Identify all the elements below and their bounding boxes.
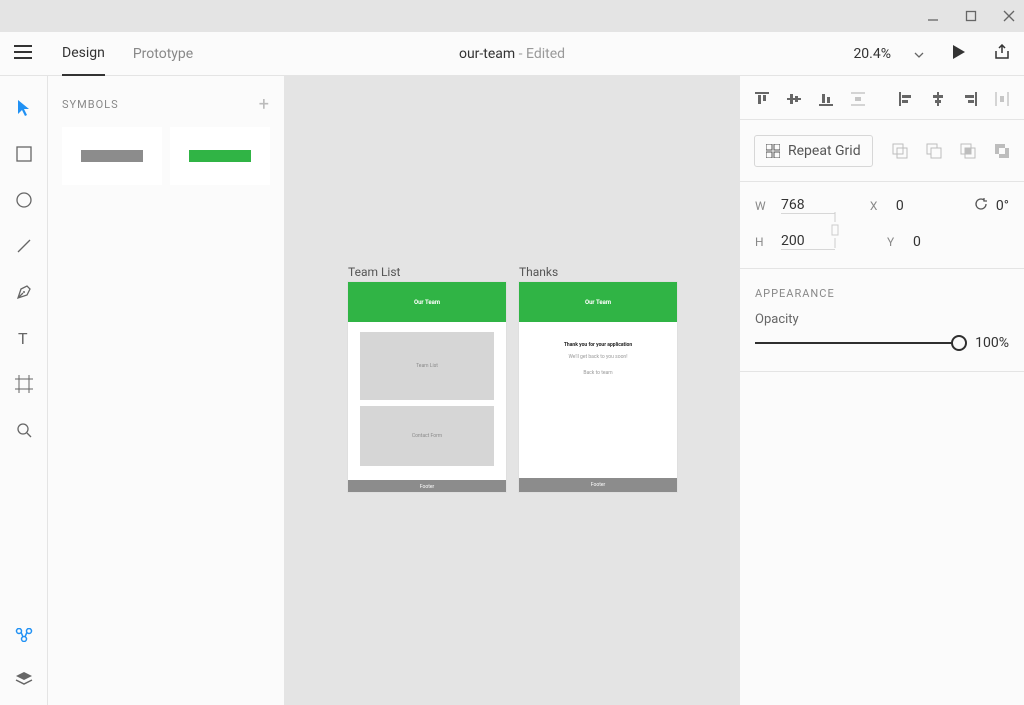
menu-button[interactable] bbox=[14, 44, 32, 63]
preview-button[interactable] bbox=[952, 44, 966, 64]
share-button[interactable] bbox=[994, 44, 1010, 64]
symbols-panel-toggle[interactable] bbox=[14, 625, 34, 645]
zoom-value: 20.4% bbox=[853, 46, 891, 62]
x-label: X bbox=[870, 199, 884, 213]
window-titlebar bbox=[0, 0, 1024, 32]
opacity-value[interactable]: 100% bbox=[975, 335, 1009, 351]
pen-tool[interactable] bbox=[14, 282, 34, 302]
artboard-footer: Footer bbox=[348, 480, 506, 492]
artboard-block-contactform: Contact Form bbox=[360, 406, 494, 466]
tab-prototype[interactable]: Prototype bbox=[133, 32, 193, 76]
appearance-header: APPEARANCE bbox=[740, 269, 1024, 312]
opacity-slider-thumb[interactable] bbox=[951, 335, 967, 351]
document-name: our-team bbox=[459, 46, 515, 62]
symbol-thumbnail-1[interactable] bbox=[62, 127, 162, 185]
tools-panel: T bbox=[0, 76, 48, 705]
width-label: W bbox=[755, 199, 769, 213]
distribute-h-icon[interactable] bbox=[995, 91, 1009, 105]
zoom-tool[interactable] bbox=[14, 420, 34, 440]
opacity-label: Opacity bbox=[755, 312, 799, 327]
symbols-header: SYMBOLS bbox=[62, 98, 119, 111]
pathfinder-subtract-icon[interactable] bbox=[926, 143, 942, 159]
repeat-grid-label: Repeat Grid bbox=[788, 143, 861, 159]
thanks-line-1: Thank you for your application bbox=[519, 342, 677, 348]
align-row bbox=[740, 76, 1024, 120]
window-minimize-button[interactable] bbox=[926, 9, 940, 23]
ellipse-tool[interactable] bbox=[14, 190, 34, 210]
align-left-icon[interactable] bbox=[899, 91, 913, 105]
repeat-grid-button[interactable]: Repeat Grid bbox=[754, 135, 873, 167]
pathfinder-intersect-icon[interactable] bbox=[960, 143, 976, 159]
text-tool[interactable]: T bbox=[14, 328, 34, 348]
symbol-preview-gray bbox=[81, 150, 143, 162]
repeat-grid-row: Repeat Grid bbox=[740, 120, 1024, 182]
window-close-button[interactable] bbox=[1002, 9, 1016, 23]
zoom-dropdown[interactable]: 20.4% bbox=[853, 46, 924, 62]
height-input[interactable]: 200 bbox=[781, 233, 835, 250]
width-input[interactable]: 768 bbox=[781, 197, 835, 214]
layers-panel-toggle[interactable] bbox=[14, 669, 34, 689]
thanks-line-3: Back to team bbox=[519, 370, 677, 376]
rotate-icon[interactable] bbox=[974, 196, 988, 215]
artboard-header: Our Team bbox=[348, 282, 506, 322]
design-canvas[interactable]: Team List Our Team Team List Contact For… bbox=[285, 76, 739, 705]
dimensions-section: W 768 X 0 0° H 200 bbox=[740, 182, 1024, 269]
x-input[interactable]: 0 bbox=[896, 198, 950, 214]
artboard-thanks[interactable]: Our Team Thank you for your application … bbox=[519, 282, 677, 492]
symbol-preview-green bbox=[189, 150, 251, 162]
window-maximize-button[interactable] bbox=[964, 9, 978, 23]
align-hcenter-icon[interactable] bbox=[931, 91, 945, 105]
main-toolbar: Design Prototype our-team - Edited 20.4% bbox=[0, 32, 1024, 76]
artboard-label-2[interactable]: Thanks bbox=[519, 265, 558, 279]
inspector-panel: Repeat Grid W 768 X 0 bbox=[739, 76, 1024, 705]
opacity-slider[interactable] bbox=[755, 342, 959, 344]
y-label: Y bbox=[887, 235, 901, 249]
document-edited-suffix: - Edited bbox=[515, 46, 565, 62]
align-bottom-icon[interactable] bbox=[819, 91, 833, 105]
artboard-block-teamlist: Team List bbox=[360, 332, 494, 400]
rectangle-tool[interactable] bbox=[14, 144, 34, 164]
document-title: our-team - Edited bbox=[459, 46, 565, 62]
chevron-down-icon bbox=[914, 46, 924, 62]
align-right-icon[interactable] bbox=[963, 91, 977, 105]
pathfinder-exclude-icon[interactable] bbox=[994, 143, 1010, 159]
line-tool[interactable] bbox=[14, 236, 34, 256]
symbol-thumbnail-2[interactable] bbox=[170, 127, 270, 185]
pathfinder-add-icon[interactable] bbox=[892, 143, 908, 159]
artboard-header-2: Our Team bbox=[519, 282, 677, 322]
link-dimensions-icon[interactable] bbox=[830, 212, 840, 248]
rotation-input[interactable]: 0° bbox=[996, 198, 1009, 214]
thanks-line-2: We'll get back to you soon! bbox=[519, 354, 677, 360]
artboard-label-1[interactable]: Team List bbox=[348, 265, 400, 279]
distribute-v-icon[interactable] bbox=[851, 91, 865, 105]
align-vcenter-icon[interactable] bbox=[787, 91, 801, 105]
align-top-icon[interactable] bbox=[755, 91, 769, 105]
y-input[interactable]: 0 bbox=[913, 234, 967, 250]
height-label: H bbox=[755, 235, 769, 249]
svg-text:T: T bbox=[18, 330, 28, 346]
artboard-tool[interactable] bbox=[14, 374, 34, 394]
select-tool[interactable] bbox=[14, 98, 34, 118]
symbols-panel: SYMBOLS + bbox=[48, 76, 285, 705]
tab-design[interactable]: Design bbox=[62, 32, 105, 76]
artboard-footer-2: Footer bbox=[519, 478, 677, 492]
add-symbol-button[interactable]: + bbox=[259, 94, 270, 115]
artboard-team-list[interactable]: Our Team Team List Contact Form Footer bbox=[348, 282, 506, 492]
